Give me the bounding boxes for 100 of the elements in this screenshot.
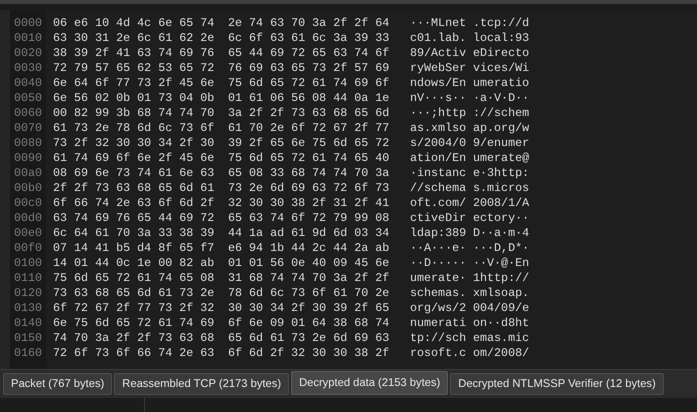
hex-bytes: 65 44 69 72 65 63 74 6f [228,46,390,61]
offset-label: 0020 [13,46,44,61]
ascii-text: s.micros [473,181,530,196]
hex-bytes: 6f 6e 09 01 64 38 68 74 [228,316,390,331]
hex-bytes: 6c 64 61 70 3a 33 38 39 [53,226,216,241]
ascii-text: rosoft.c [410,346,468,361]
offset-label: 0160 [13,346,44,361]
hex-bytes: 61 73 2e 78 6d 6c 73 6f [53,121,216,136]
offset-label: 0080 [13,136,44,151]
ascii-text: vices/Wi [473,61,530,76]
ascii-text: 89/Activ [410,46,468,61]
ascii-text: org/ws/2 [410,301,468,316]
ascii-text: ation/En [410,151,468,166]
byte-view-tab[interactable]: Packet (767 bytes) [3,373,112,395]
ascii-text: ndows/En [410,76,468,91]
ascii-text: ldap:389 [410,226,468,241]
ascii-text: ··V·@·En [473,256,530,271]
hex-bytes: 75 6d 65 72 61 74 65 08 [53,271,216,286]
byte-view-tab[interactable]: Decrypted NTLMSSP Verifier (12 bytes) [450,373,664,395]
ascii-text: umerate· [410,271,468,286]
hex-bytes: 14 01 44 0c 1e 00 82 ab [53,256,216,271]
offset-label: 0130 [13,301,44,316]
hex-bytes: 01 61 06 56 08 44 0a 1e [228,91,390,106]
ascii-text: oft.com/ [410,196,468,211]
ascii-text: 1http:// [473,271,530,286]
ascii-text: //schema [410,181,468,196]
byte-view-tab[interactable]: Reassembled TCP (2173 bytes) [114,373,290,395]
hex-bytes: 65 6d 61 73 2e 6d 69 63 [228,331,390,346]
offset-label: 00e0 [13,226,44,241]
hex-bytes: 31 68 74 74 70 3a 2f 2f [228,271,390,286]
ascii-text: ·instanc [410,166,468,181]
ascii-text: ://schem [473,106,530,121]
offset-label: 0100 [13,256,44,271]
byte-view-tab[interactable]: Decrypted data (2153 bytes) [291,371,448,395]
ascii-text: umerate@ [473,151,530,166]
hex-bytes: 30 30 34 2f 30 39 2f 65 [228,301,390,316]
hex-bytes: 2f 2f 73 63 68 65 6d 61 [53,181,216,196]
hex-bytes: 01 01 56 0e 40 09 45 6e [228,256,390,271]
ascii-text: as.xmlso [410,121,468,136]
ascii-text: ···D,D*· [473,241,530,256]
hex-bytes: 61 70 2e 6f 72 67 2f 77 [228,121,390,136]
offset-label: 0010 [13,31,44,46]
hex-bytes: 78 6d 6c 73 6f 61 70 2e [228,286,390,301]
ascii-text: ···;http [410,106,468,121]
hex-bytes: 74 70 3a 2f 2f 73 63 68 [53,331,216,346]
hex-bytes: 44 1a ad 61 9d 6d 03 34 [228,226,390,241]
hex-bytes: e6 94 1b 44 2c 44 2a ab [228,241,390,256]
hex-bytes: 00 82 99 3b 68 74 74 70 [53,106,216,121]
offset-label: 00d0 [13,211,44,226]
offset-label: 00f0 [13,241,44,256]
ascii-text: ectory·· [473,211,530,226]
hex-bytes: 6f 66 74 2e 63 6f 6d 2f [53,196,216,211]
hex-bytes: 63 30 31 2e 6c 61 62 2e [53,31,216,46]
offset-label: 0150 [13,331,44,346]
ascii-text: local:93 [473,31,530,46]
ascii-text: 9/enumer [473,136,530,151]
offset-label: 0120 [13,286,44,301]
ascii-text: numerati [410,316,468,331]
hex-bytes: 75 6d 65 72 61 74 65 40 [228,151,390,166]
ascii-text: 004/09/e [473,301,530,316]
offset-label: 0050 [13,91,44,106]
offset-label: 00c0 [13,196,44,211]
offset-label: 0070 [13,121,44,136]
offset-label: 0110 [13,271,44,286]
offset-label: 0040 [13,76,44,91]
hex-bytes: 61 74 69 6f 6e 2f 45 6e [53,151,216,166]
ascii-text: on··d8ht [473,316,530,331]
ascii-text: c01.lab. [410,31,468,46]
hex-bytes: 32 30 30 38 2f 31 2f 41 [228,196,390,211]
ascii-text: D··a·m·4 [473,226,530,241]
offset-label: 0030 [13,61,44,76]
ascii-text: nV···s·· [410,91,468,106]
hex-bytes: 6f 72 67 2f 77 73 2f 32 [53,301,216,316]
ascii-text: eDirecto [473,46,530,61]
hex-bytes: 75 6d 65 72 61 74 69 6f [228,76,390,91]
hex-bytes: 63 74 69 76 65 44 69 72 [53,211,216,226]
ascii-text: ···MLnet [410,16,468,31]
hex-bytes: 08 69 6e 73 74 61 6e 63 [53,166,216,181]
hex-bytes: 3a 2f 2f 73 63 68 65 6d [228,106,390,121]
hex-bytes: 6e 75 6d 65 72 61 74 69 [53,316,216,331]
hex-bytes: 72 6f 73 6f 66 74 2e 63 [53,346,216,361]
offset-label: 00b0 [13,181,44,196]
ascii-text: ··A···e· [410,241,468,256]
ascii-text: xmlsoap. [473,286,530,301]
ascii-text: ryWebSer [410,61,468,76]
hex-bytes: 6f 6d 2f 32 30 30 38 2f [228,346,390,361]
hex-bytes: 07 14 41 b5 d4 8f 65 f7 [53,241,216,256]
ascii-text: tp://sch [410,331,468,346]
ascii-text: e·3http: [473,166,530,181]
offset-label: 0060 [13,106,44,121]
hex-bytes: 73 2e 6d 69 63 72 6f 73 [228,181,390,196]
hex-bytes: 73 63 68 65 6d 61 73 2e [53,286,216,301]
ascii-text: ctiveDir [410,211,468,226]
hex-bytes: 65 08 33 68 74 74 70 3a [228,166,390,181]
ascii-text: ··D····· [410,256,468,271]
hex-bytes: 6e 64 6f 77 73 2f 45 6e [53,76,216,91]
hex-bytes: 76 69 63 65 73 2f 57 69 [228,61,390,76]
offset-label: 0000 [13,16,44,31]
hex-bytes: 65 63 74 6f 72 79 99 08 [228,211,390,226]
offset-label: 0140 [13,316,44,331]
